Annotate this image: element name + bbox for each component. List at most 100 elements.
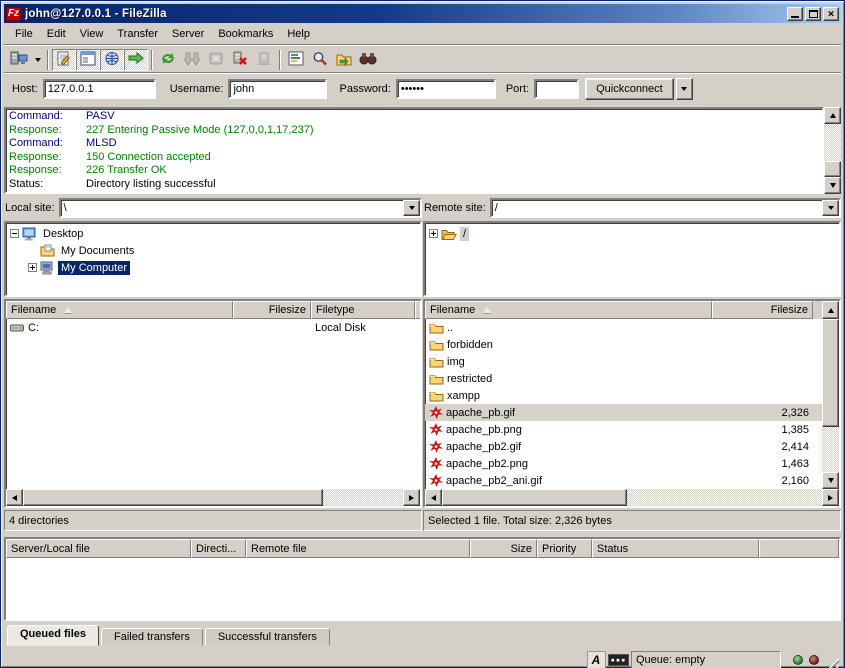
process-queue-button[interactable] <box>180 49 204 71</box>
username-input[interactable] <box>228 79 327 99</box>
menu-help[interactable]: Help <box>280 25 317 43</box>
file-row-forbidden[interactable]: forbidden <box>425 336 822 353</box>
port-label: Port: <box>506 83 529 95</box>
queue-column-remote-file[interactable]: Remote file <box>246 539 470 558</box>
scroll-down-button[interactable] <box>824 177 841 194</box>
file-row-apache-pb2-ani-gif[interactable]: apache_pb2_ani.gif2,160 <box>425 472 822 489</box>
cancel-operation-button[interactable] <box>204 49 228 71</box>
filename-text: apache_pb2.png <box>446 458 528 470</box>
site-manager-button[interactable] <box>7 49 31 71</box>
scroll-up-button[interactable] <box>822 301 839 319</box>
tree-item-my-documents[interactable]: My Documents <box>8 242 420 259</box>
filename-cell: apache_pb2_ani.gif <box>425 472 712 489</box>
column-header-l[interactable]: L <box>415 301 422 319</box>
local-site-value: \ <box>61 202 403 214</box>
toggle-remote-tree-button[interactable] <box>100 49 124 71</box>
queue-column-priority[interactable]: Priority <box>537 539 592 558</box>
menu-edit[interactable]: Edit <box>40 25 73 43</box>
log-vertical-scrollbar[interactable] <box>824 107 841 194</box>
column-header-label: Size <box>511 543 532 555</box>
tree-item--[interactable]: / <box>427 225 839 242</box>
menu-file[interactable]: File <box>8 25 40 43</box>
menu-transfer[interactable]: Transfer <box>110 25 165 43</box>
filetype-cell: Local Disk <box>311 319 415 336</box>
queue-column-directi-[interactable]: Directi... <box>191 539 246 558</box>
file-row-c-[interactable]: C: Local Disk <box>6 319 420 336</box>
resize-grip[interactable] <box>825 658 839 668</box>
tree-item-my-computer[interactable]: My Computer <box>8 259 420 276</box>
file-row-restricted[interactable]: restricted <box>425 370 822 387</box>
local-site-combobox[interactable]: \ <box>59 198 422 218</box>
queue-column-size[interactable]: Size <box>470 539 537 558</box>
scroll-right-button[interactable] <box>403 489 420 506</box>
port-input[interactable] <box>534 79 579 99</box>
disconnect-button[interactable] <box>228 49 252 71</box>
find-files-button[interactable] <box>308 49 332 71</box>
file-row-apache-pb-gif[interactable]: apache_pb.gif2,326 <box>425 404 822 421</box>
tab-successful-transfers[interactable]: Successful transfers <box>205 628 330 646</box>
site-manager-dropdown-button[interactable] <box>31 49 44 71</box>
scroll-left-button[interactable] <box>6 489 23 506</box>
filename-text: C: <box>28 322 39 334</box>
quickconnect-dropdown-button[interactable] <box>676 78 693 100</box>
scroll-up-button[interactable] <box>824 107 841 124</box>
toggle-message-log-button[interactable] <box>52 49 76 71</box>
column-header-filesize[interactable]: Filesize <box>712 301 813 319</box>
reconnect-button[interactable] <box>252 49 276 71</box>
menu-view[interactable]: View <box>73 25 111 43</box>
synchronized-browsing-button[interactable] <box>332 49 356 71</box>
column-header-filesize[interactable]: Filesize <box>233 301 311 319</box>
tree-expander-plus[interactable] <box>28 263 37 272</box>
file-row-apache-pb2-png[interactable]: apache_pb2.png1,463 <box>425 455 822 472</box>
host-input[interactable] <box>43 79 156 99</box>
transfer-type-indicator-icon[interactable]: A <box>587 651 606 668</box>
column-header-filename[interactable]: Filename <box>6 301 233 319</box>
refresh-button[interactable] <box>156 49 180 71</box>
minimize-button[interactable] <box>787 7 803 21</box>
window-title: john@127.0.0.1 - FileZilla <box>25 8 785 20</box>
maximize-button[interactable] <box>805 7 821 21</box>
remote-vertical-scrollbar[interactable] <box>822 319 839 489</box>
menu-server[interactable]: Server <box>165 25 211 43</box>
encryption-indicator-icon[interactable]: ▪▪▪ <box>609 651 628 668</box>
toggle-local-tree-button[interactable] <box>76 49 100 71</box>
remote-horizontal-scrollbar[interactable] <box>425 489 839 506</box>
filename-cell: C: <box>6 319 233 336</box>
tree-expander-minus[interactable] <box>10 229 19 238</box>
tree-item-desktop[interactable]: Desktop <box>8 225 420 242</box>
file-row-apache-pb2-gif[interactable]: apache_pb2.gif2,414 <box>425 438 822 455</box>
tree-expander-plus[interactable] <box>429 229 438 238</box>
close-button[interactable]: × <box>823 7 839 21</box>
toggle-transfer-queue-button[interactable] <box>124 49 148 71</box>
directory-comparison-button[interactable] <box>356 49 380 71</box>
filename-cell: apache_pb2.png <box>425 455 712 472</box>
scrollbar-thumb[interactable] <box>824 161 841 177</box>
file-row-xampp[interactable]: xampp <box>425 387 822 404</box>
column-header-filename[interactable]: Filename <box>425 301 712 319</box>
file-row-img[interactable]: img <box>425 353 822 370</box>
scroll-down-button[interactable] <box>822 472 839 489</box>
file-row--[interactable]: .. <box>425 319 822 336</box>
local-site-dropdown-button[interactable] <box>403 200 420 216</box>
queue-column-status[interactable]: Status <box>592 539 759 558</box>
scroll-left-button[interactable] <box>425 489 442 506</box>
scrollbar-thumb[interactable] <box>822 319 839 427</box>
column-header-filetype[interactable]: Filetype <box>311 301 415 319</box>
scrollbar-thumb[interactable] <box>442 489 627 506</box>
scrollbar-thumb[interactable] <box>23 489 323 506</box>
scroll-right-button[interactable] <box>822 489 839 506</box>
tab-failed-transfers[interactable]: Failed transfers <box>101 628 203 646</box>
file-row-apache-pb-png[interactable]: apache_pb.png1,385 <box>425 421 822 438</box>
menu-bookmarks[interactable]: Bookmarks <box>211 25 280 43</box>
password-input[interactable] <box>396 79 496 99</box>
tab-queued-files[interactable]: Queued files <box>7 625 99 646</box>
title-bar: Fz john@127.0.0.1 - FileZilla × <box>4 4 841 23</box>
log-line-label: Response: <box>9 124 86 138</box>
queue-column-server-local-file[interactable]: Server/Local file <box>6 539 191 558</box>
directory-listing-filters-button[interactable] <box>284 49 308 71</box>
remote-site-combobox[interactable]: / <box>490 198 841 218</box>
remote-site-dropdown-button[interactable] <box>822 200 839 216</box>
quickconnect-button[interactable]: Quickconnect <box>585 78 674 100</box>
filename-text: apache_pb.gif <box>446 407 515 419</box>
local-horizontal-scrollbar[interactable] <box>6 489 420 506</box>
